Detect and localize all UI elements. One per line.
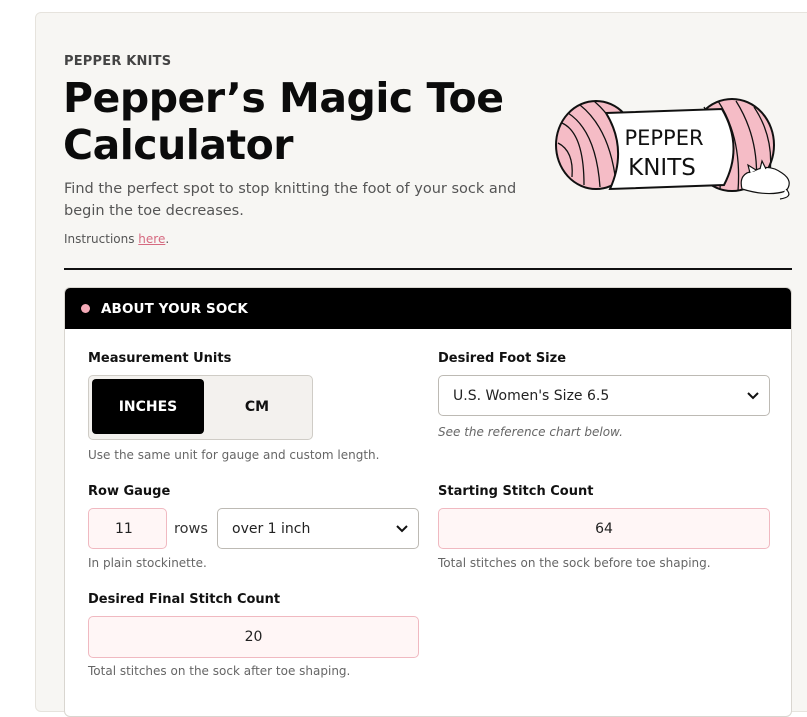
final-stitch-input[interactable]: 20: [88, 616, 419, 658]
units-option-inches[interactable]: INCHES: [92, 379, 204, 434]
instructions-suffix: .: [165, 232, 170, 246]
units-option-cm[interactable]: CM: [204, 379, 310, 434]
page-subtitle: Find the perfect spot to stop knitting t…: [64, 181, 517, 219]
instructions-prefix: Instructions: [64, 232, 139, 246]
units-label: Measurement Units: [88, 351, 232, 366]
section-dot-icon: [81, 304, 90, 313]
chevron-down-icon: [747, 391, 759, 399]
logo-line1: PEPPER: [624, 126, 703, 150]
foot-size-select[interactable]: U.S. Women's Size 6.5: [438, 375, 770, 416]
starting-stitch-help: Total stitches on the sock before toe sh…: [438, 556, 711, 570]
chevron-down-icon: [396, 524, 408, 532]
instructions-link[interactable]: here: [138, 232, 165, 246]
starting-stitch-input[interactable]: 64: [438, 508, 770, 549]
row-gauge-unit: rows: [174, 521, 208, 537]
row-gauge-input[interactable]: 11: [88, 508, 167, 549]
instructions-line: Instructions here.: [64, 232, 169, 246]
row-gauge-label: Row Gauge: [88, 484, 171, 499]
starting-stitch-label: Starting Stitch Count: [438, 484, 594, 499]
units-toggle: INCHES CM: [88, 375, 313, 440]
units-help: Use the same unit for gauge and custom l…: [88, 448, 380, 462]
foot-size-label: Desired Foot Size: [438, 351, 567, 366]
about-your-sock-card: ABOUT YOUR SOCK Measurement Units INCHES…: [64, 287, 792, 717]
page-title: Pepper’s Magic Toe Calculator: [63, 74, 504, 169]
foot-size-value: U.S. Women's Size 6.5: [453, 387, 610, 404]
section-title: ABOUT YOUR SOCK: [101, 300, 248, 317]
header-divider: [64, 268, 792, 270]
row-gauge-help: In plain stockinette.: [88, 556, 207, 570]
final-stitch-value: 20: [244, 629, 263, 645]
logo-line2: KNITS: [628, 155, 696, 181]
section-header: ABOUT YOUR SOCK: [65, 288, 791, 329]
starting-stitch-value: 64: [595, 520, 613, 537]
final-stitch-help: Total stitches on the sock after toe sha…: [88, 664, 351, 678]
row-gauge-per-select[interactable]: over 1 inch: [217, 508, 419, 549]
foot-size-help: See the reference chart below.: [438, 425, 623, 439]
final-stitch-label: Desired Final Stitch Count: [88, 592, 281, 607]
brand-eyebrow: PEPPER KNITS: [64, 54, 172, 69]
pepper-knits-logo: PEPPER KNITS: [555, 98, 790, 200]
row-gauge-per-value: over 1 inch: [232, 520, 311, 537]
calculator-page: PEPPER KNITS Pepper’s Magic Toe Calculat…: [35, 12, 807, 717]
row-gauge-value: 11: [115, 520, 133, 537]
